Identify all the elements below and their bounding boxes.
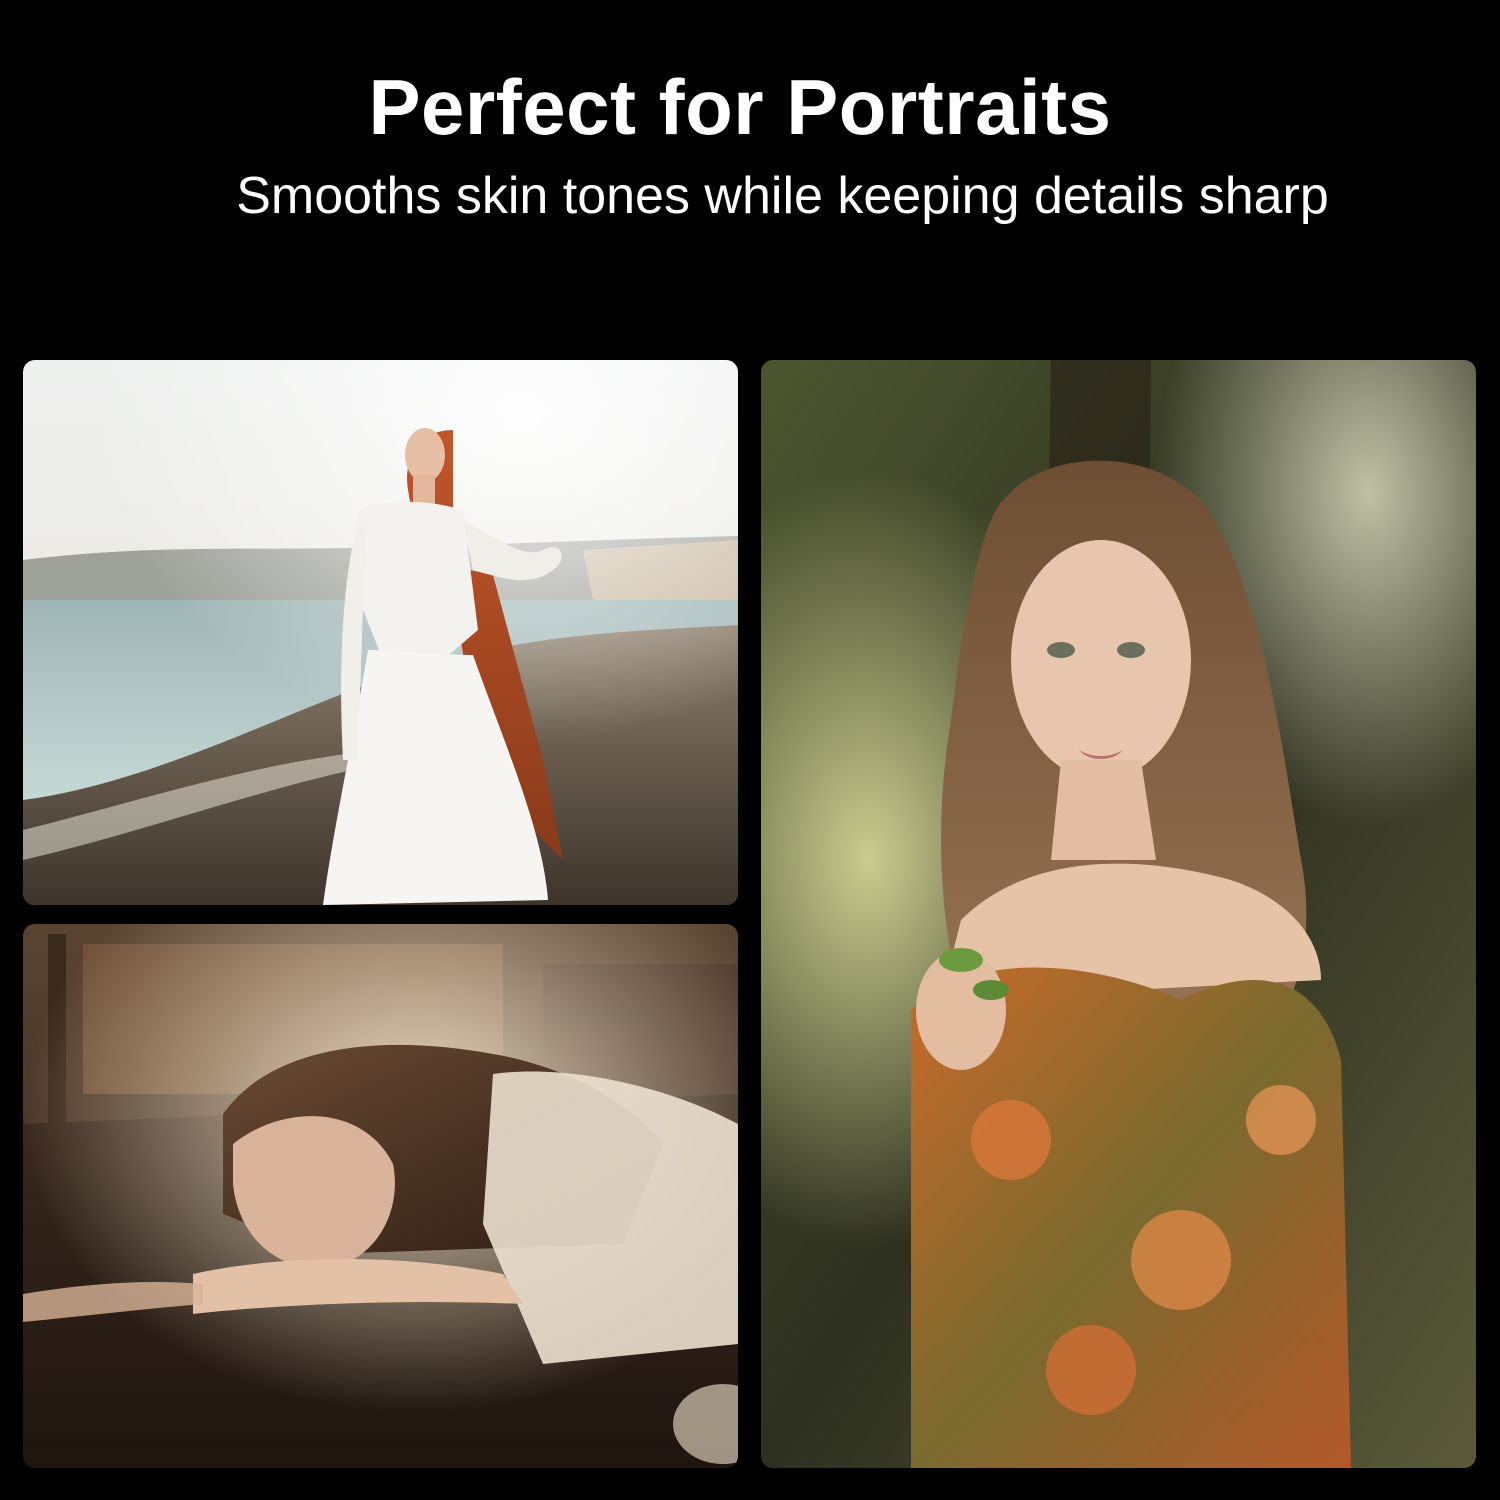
beach-portrait-image [23,360,738,905]
forest-portrait-image [761,360,1476,1468]
table-portrait-image [23,924,738,1468]
beach-portrait-photo [23,360,738,905]
table-portrait-photo [23,924,738,1468]
page-subtitle: Smooths skin tones while keeping details… [236,167,1329,225]
page-title: Perfect for Portraits [368,63,1112,151]
forest-portrait-photo [761,360,1476,1468]
header: Perfect for Portraits Smooths skin tones… [0,0,1500,300]
